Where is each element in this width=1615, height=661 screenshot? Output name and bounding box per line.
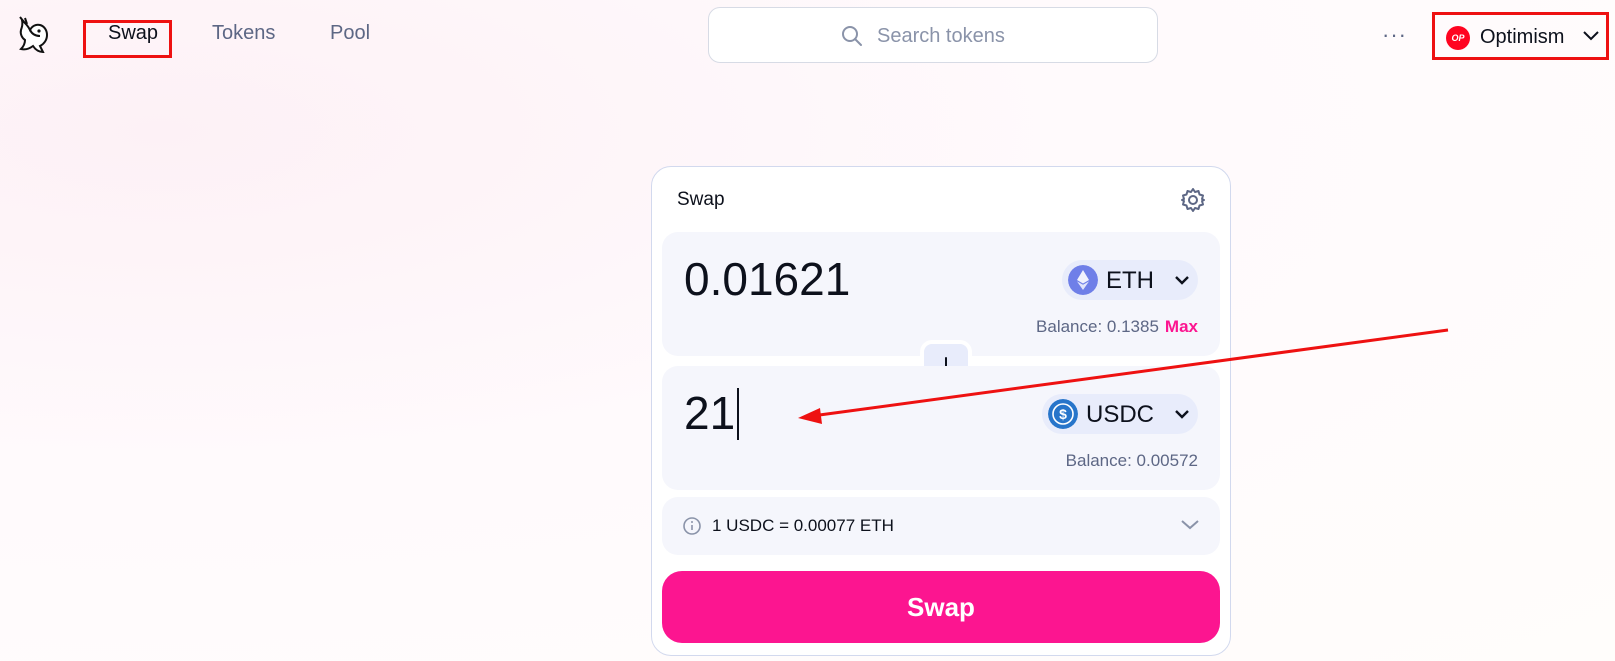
settings-gear-icon[interactable] bbox=[1179, 186, 1207, 214]
input-amount[interactable]: 0.01621 bbox=[684, 252, 850, 306]
output-panel[interactable]: 21 $ USDC Balance: 0.00572 bbox=[662, 366, 1220, 490]
input-balance-row: Balance: 0.1385 Max bbox=[1036, 317, 1198, 337]
swap-link-highlight bbox=[83, 20, 172, 58]
output-balance: Balance: 0.00572 bbox=[1065, 451, 1198, 470]
chevron-down-icon bbox=[1175, 276, 1189, 285]
network-selector-highlight bbox=[1432, 12, 1609, 60]
nav-tokens-link[interactable]: Tokens bbox=[212, 22, 275, 45]
info-icon bbox=[683, 517, 701, 535]
swap-card: Swap 0.01621 ETH Balance: 0.1385 Max 21 … bbox=[651, 166, 1231, 656]
input-token-selector[interactable]: ETH bbox=[1062, 260, 1198, 300]
uniswap-logo-icon[interactable] bbox=[16, 16, 54, 56]
card-title: Swap bbox=[677, 189, 725, 210]
search-icon bbox=[842, 26, 862, 46]
chevron-down-icon[interactable] bbox=[1180, 517, 1200, 531]
usdc-token-icon: $ bbox=[1048, 399, 1078, 429]
max-button[interactable]: Max bbox=[1165, 317, 1198, 336]
text-cursor bbox=[737, 387, 740, 440]
search-bar[interactable]: Search tokens bbox=[708, 7, 1158, 63]
eth-token-icon bbox=[1068, 265, 1098, 295]
more-menu-icon[interactable]: ··· bbox=[1382, 22, 1407, 48]
chevron-down-icon bbox=[1175, 410, 1189, 419]
nav-pool-link[interactable]: Pool bbox=[330, 22, 370, 45]
search-placeholder: Search tokens bbox=[877, 25, 1005, 47]
swap-submit-button[interactable]: Swap bbox=[662, 571, 1220, 643]
input-panel[interactable]: 0.01621 ETH Balance: 0.1385 Max bbox=[662, 232, 1220, 356]
input-balance: Balance: 0.1385 bbox=[1036, 317, 1159, 336]
top-nav: Swap Tokens Pool Search tokens ··· OP Op… bbox=[0, 0, 1615, 72]
output-token-label: USDC bbox=[1086, 401, 1155, 428]
output-token-selector[interactable]: $ USDC bbox=[1042, 394, 1198, 434]
output-amount[interactable]: 21 bbox=[684, 386, 740, 440]
svg-text:$: $ bbox=[1059, 406, 1067, 422]
rate-row[interactable]: 1 USDC = 0.00077 ETH bbox=[662, 497, 1220, 555]
output-amount-value: 21 bbox=[684, 387, 736, 439]
exchange-rate: 1 USDC = 0.00077 ETH bbox=[712, 516, 894, 535]
input-token-label: ETH bbox=[1106, 267, 1154, 294]
